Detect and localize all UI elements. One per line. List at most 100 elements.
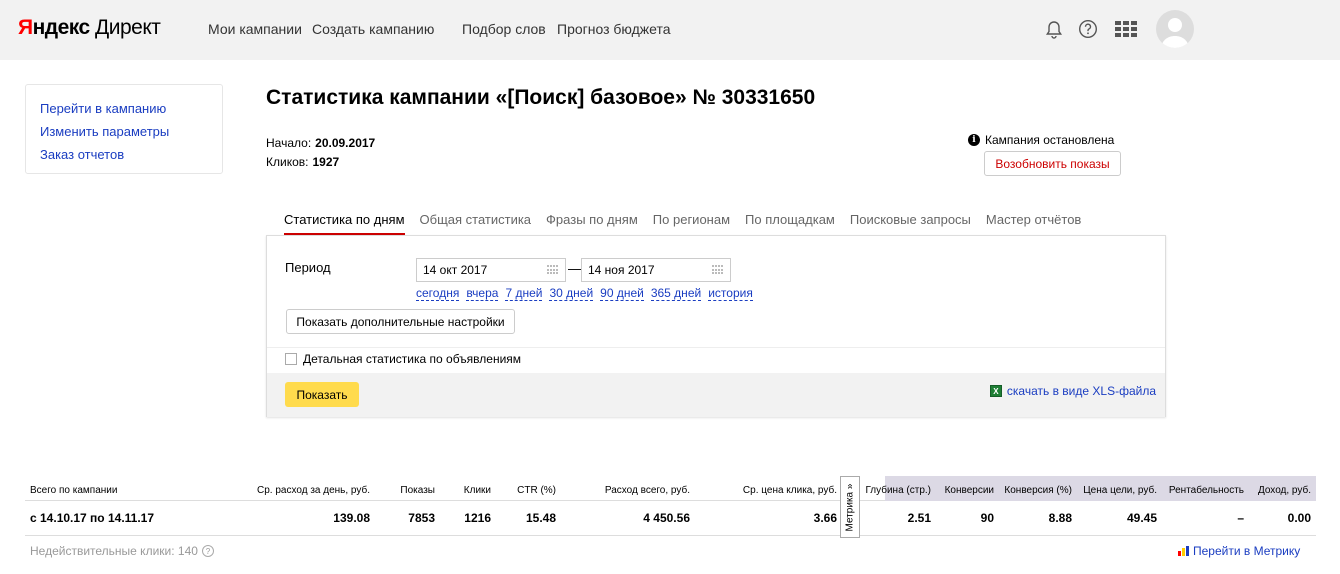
col-total-spend: Расход всего, руб. — [604, 485, 690, 496]
detail-stats-checkbox-row[interactable]: Детальная статистика по объявлениям — [285, 352, 521, 366]
range-365-days[interactable]: 365 дней — [650, 286, 702, 301]
cell-conversion-rate: 8.88 — [1048, 511, 1072, 525]
stats-table: Всего по кампании Ср. расход за день, ру… — [25, 476, 1316, 536]
logo-product: Директ — [95, 16, 161, 39]
cell-avg-cpc: 3.66 — [813, 511, 837, 525]
range-7-days[interactable]: 7 дней — [505, 286, 543, 301]
col-avg-daily-spend: Ср. расход за день, руб. — [257, 485, 370, 496]
cell-ctr: 15.48 — [525, 511, 556, 525]
detail-stats-checkbox[interactable] — [285, 353, 297, 365]
range-history[interactable]: история — [708, 286, 753, 301]
cell-cost-per-goal: 49.45 — [1126, 511, 1157, 525]
start-value: 20.09.2017 — [315, 136, 376, 150]
go-to-metrika-link[interactable]: Перейти в Метрику — [1193, 544, 1300, 558]
tab-general-stats[interactable]: Общая статистика — [420, 212, 532, 235]
col-ctr: CTR (%) — [517, 485, 556, 496]
invalid-clicks: Недействительные клики: 140 ? — [30, 544, 214, 558]
col-clicks: Клики — [463, 485, 491, 496]
nav-create-campaign[interactable]: Создать кампанию — [312, 21, 434, 37]
cell-conversions: 90 — [980, 511, 994, 525]
table-header: Всего по кампании Ср. расход за день, ру… — [25, 476, 1316, 501]
metrika-tab-label: Метрика » — [844, 483, 856, 531]
calendar-icon[interactable] — [712, 265, 724, 275]
filter-panel: Период 14 окт 2017 — 14 ноя 2017 сегодня… — [266, 235, 1166, 417]
clicks-label: Кликов: — [266, 155, 309, 169]
logo-brand-initial: Я — [18, 16, 33, 39]
col-depth: Глубина (стр.) — [865, 485, 931, 496]
yandex-direct-logo[interactable]: Яндекс Директ — [18, 16, 161, 40]
divider — [267, 347, 1165, 348]
period-label: Период — [285, 260, 331, 275]
panel-footer: Показать X скачать в виде XLS-файла — [267, 373, 1165, 417]
top-header: Яндекс Директ Мои кампании Создать кампа… — [0, 0, 1340, 60]
logo-brand: Яндекс — [18, 16, 90, 39]
page-title: Статистика кампании «[Поиск] базовое» № … — [266, 86, 816, 109]
resume-ads-button[interactable]: Возобновить показы — [984, 151, 1121, 176]
date-separator: — — [568, 260, 582, 276]
col-impressions: Показы — [400, 485, 435, 496]
help-icon[interactable] — [1077, 18, 1099, 40]
xls-download-link[interactable]: скачать в виде XLS-файла — [1007, 384, 1156, 398]
detail-stats-label: Детальная статистика по объявлениям — [303, 352, 522, 366]
date-from-input[interactable]: 14 окт 2017 — [416, 258, 566, 282]
xls-download[interactable]: X скачать в виде XLS-файла — [989, 384, 1156, 398]
campaign-sidebar: Перейти в кампанию Изменить параметры За… — [25, 84, 223, 174]
show-button[interactable]: Показать — [285, 382, 359, 407]
campaign-clicks: Кликов: 1927 — [266, 155, 339, 169]
metrika-bars-icon — [1178, 546, 1189, 556]
status-text: Кампания остановлена — [985, 133, 1115, 147]
tab-phrases-by-day[interactable]: Фразы по дням — [546, 212, 638, 235]
tab-daily-stats[interactable]: Статистика по дням — [284, 212, 405, 235]
cell-period: с 14.10.17 по 14.11.17 — [30, 511, 155, 525]
col-cost-per-goal: Цена цели, руб. — [1083, 485, 1157, 496]
cell-revenue: 0.00 — [1287, 511, 1311, 525]
col-avg-cpc: Ср. цена клика, руб. — [742, 485, 837, 496]
bell-icon[interactable] — [1043, 18, 1065, 40]
cell-depth: 2.51 — [907, 511, 931, 525]
cell-impressions: 7853 — [408, 511, 435, 525]
go-to-metrika[interactable]: Перейти в Метрику — [1178, 544, 1300, 558]
tab-report-wizard[interactable]: Мастер отчётов — [986, 212, 1081, 235]
xls-file-icon: X — [989, 385, 1002, 397]
cell-profitability: – — [1237, 511, 1244, 525]
nav-keyword-planner[interactable]: Подбор слов — [462, 21, 546, 37]
calendar-icon[interactable] — [547, 265, 559, 275]
campaign-start: Начало: 20.09.2017 — [266, 136, 375, 150]
range-yesterday[interactable]: вчера — [466, 286, 499, 301]
table-row: с 14.10.17 по 14.11.17 139.08 7853 1216 … — [25, 501, 1316, 536]
avatar[interactable] — [1156, 10, 1194, 48]
col-profitability: Рентабельность — [1168, 485, 1244, 496]
tab-by-regions[interactable]: По регионам — [653, 212, 730, 235]
col-revenue: Доход, руб. — [1257, 485, 1311, 496]
cell-avg-daily-spend: 139.08 — [333, 511, 370, 525]
date-to-value: 14 ноя 2017 — [588, 263, 655, 277]
start-label: Начало: — [266, 136, 312, 150]
date-to-input[interactable]: 14 ноя 2017 — [581, 258, 731, 282]
invalid-clicks-text: Недействительные клики: 140 — [30, 544, 198, 558]
sidebar-link-go-to-campaign[interactable]: Перейти в кампанию — [40, 97, 208, 120]
tab-search-queries[interactable]: Поисковые запросы — [850, 212, 971, 235]
nav-my-campaigns[interactable]: Мои кампании — [208, 21, 302, 37]
metrika-columns-toggle[interactable]: Метрика » — [840, 476, 860, 538]
clicks-value: 1927 — [312, 155, 340, 169]
quick-ranges: сегодня вчера 7 дней 30 дней 90 дней 365… — [416, 286, 753, 301]
col-total: Всего по кампании — [30, 485, 118, 496]
range-90-days[interactable]: 90 дней — [600, 286, 644, 301]
info-icon: i — [968, 134, 980, 146]
range-30-days[interactable]: 30 дней — [549, 286, 594, 301]
date-from-value: 14 окт 2017 — [423, 263, 488, 277]
col-conversion-rate: Конверсия (%) — [1004, 485, 1072, 496]
cell-clicks: 1216 — [464, 511, 491, 525]
sidebar-link-order-reports[interactable]: Заказ отчетов — [40, 143, 208, 166]
apps-grid-icon[interactable] — [1115, 18, 1137, 40]
range-today[interactable]: сегодня — [416, 286, 460, 301]
sidebar-link-edit-params[interactable]: Изменить параметры — [40, 120, 208, 143]
col-conversions: Конверсии — [944, 485, 994, 496]
cell-total-spend: 4 450.56 — [643, 511, 690, 525]
nav-budget-forecast[interactable]: Прогноз бюджета — [557, 21, 671, 37]
stats-tabs: Статистика по дням Общая статистика Фраз… — [284, 212, 1096, 235]
campaign-status: i Кампания остановлена — [968, 133, 1114, 147]
tab-by-sites[interactable]: По площадкам — [745, 212, 835, 235]
help-icon[interactable]: ? — [201, 545, 214, 557]
show-extra-settings-button[interactable]: Показать дополнительные настройки — [286, 309, 515, 334]
